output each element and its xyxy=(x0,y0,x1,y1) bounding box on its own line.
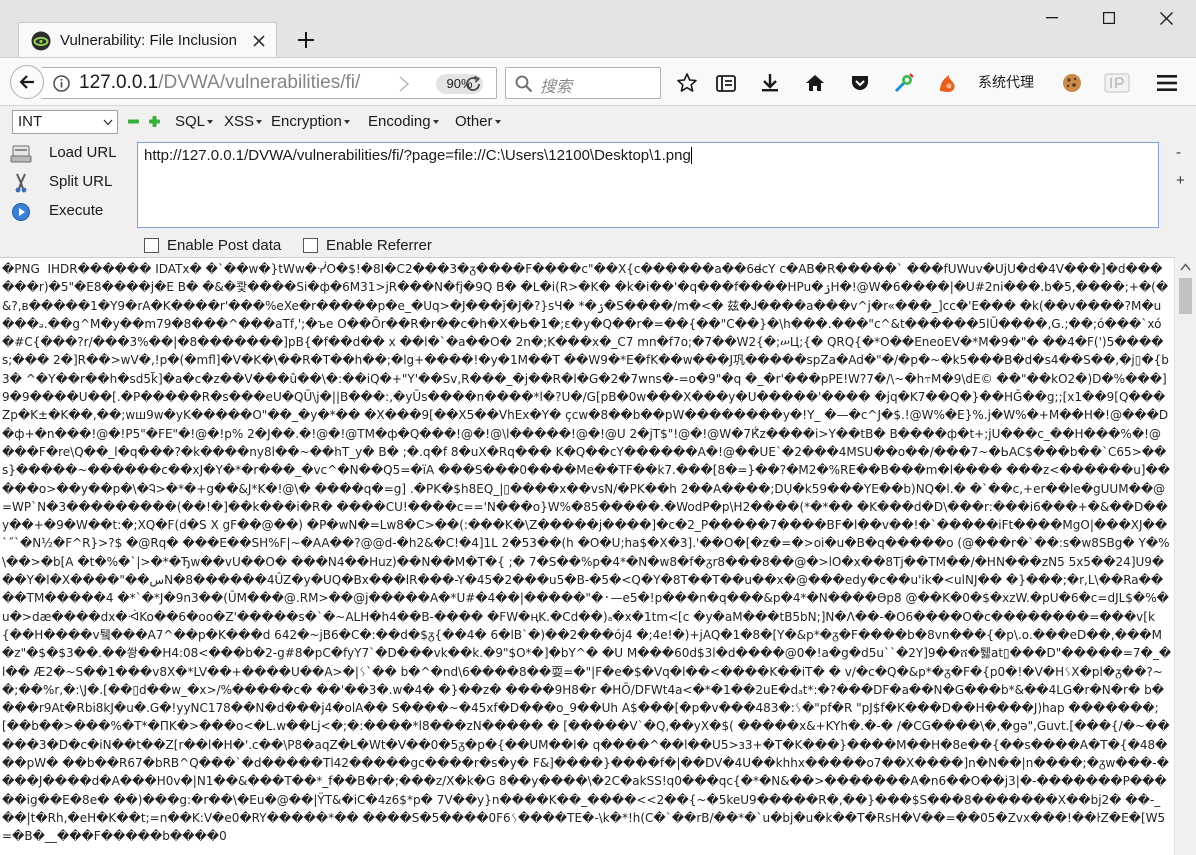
arrow-left-icon xyxy=(19,75,34,89)
hackbar-extension-icon[interactable] xyxy=(892,71,916,95)
type-select-value: INT xyxy=(18,113,43,130)
page-content: �PNG IHDR������ IDATx� �`��w�}tWw�ᓺO�$!�… xyxy=(0,257,1174,855)
load-url-icon xyxy=(10,145,32,163)
minimize-button[interactable] xyxy=(1037,6,1067,30)
scroll-up-arrow-icon[interactable] xyxy=(1180,263,1191,271)
hamburger-menu-icon[interactable] xyxy=(1155,71,1179,95)
new-tab-button[interactable] xyxy=(292,26,320,54)
bookmark-star-icon[interactable] xyxy=(675,71,699,95)
minimize-icon xyxy=(1046,17,1058,19)
menu-xss-label: XSS xyxy=(224,113,255,130)
close-window-button[interactable] xyxy=(1151,6,1181,30)
menu-encryption[interactable]: Encryption xyxy=(271,113,350,130)
address-host: 127.0.0.1 xyxy=(79,72,159,93)
menu-caret-icon xyxy=(207,120,214,125)
execute-button[interactable]: Execute xyxy=(8,200,128,224)
cookie-icon[interactable] xyxy=(1060,71,1084,95)
menu-encoding-label: Encoding xyxy=(368,113,431,130)
menu-sql-label: SQL xyxy=(175,113,206,130)
play-icon xyxy=(12,203,30,221)
menu-caret-icon xyxy=(432,120,439,125)
menu-caret-icon xyxy=(256,120,263,125)
address-path: /DVWA/vulnerabilities/fi/ xyxy=(158,72,361,93)
text-caret xyxy=(690,147,692,164)
proxy-label[interactable]: 系统代理 xyxy=(978,72,1034,92)
menu-xss[interactable]: XSS xyxy=(224,113,263,130)
minus-icon[interactable] xyxy=(128,116,139,127)
dvwa-favicon-icon xyxy=(31,31,51,50)
plus-icon xyxy=(298,32,314,48)
maximize-icon xyxy=(1103,12,1115,24)
url-textarea-value: http://127.0.0.1/DVWA/vulnerabilities/fi… xyxy=(144,147,691,164)
active-tab[interactable]: Vulnerability: File Inclusion xyxy=(18,22,277,58)
menu-caret-icon xyxy=(494,120,501,125)
type-select[interactable]: INT xyxy=(12,110,118,134)
enable-referrer-label: Enable Referrer xyxy=(326,236,432,254)
download-icon[interactable] xyxy=(758,71,782,95)
execute-label: Execute xyxy=(49,202,104,219)
menu-caret-icon xyxy=(343,120,350,125)
raw-binary-output: �PNG IHDR������ IDATx� �`��w�}tWw�ᓺO�$!�… xyxy=(2,262,1172,844)
enable-post-box[interactable] xyxy=(144,237,159,253)
menu-sql[interactable]: SQL xyxy=(175,113,214,130)
expand-textarea-button[interactable]: + xyxy=(1176,172,1185,189)
menu-other[interactable]: Other xyxy=(455,113,501,130)
close-icon xyxy=(1159,11,1173,25)
enable-post-label: Enable Post data xyxy=(167,236,282,254)
split-url-button[interactable]: Split URL xyxy=(8,171,128,195)
plus-green-icon[interactable] xyxy=(149,116,160,127)
menu-encoding[interactable]: Encoding xyxy=(368,113,439,130)
maximize-button[interactable] xyxy=(1094,6,1124,30)
reading-list-icon[interactable] xyxy=(714,71,738,95)
search-icon xyxy=(515,75,533,93)
address-text[interactable]: 127.0.0.1/DVWA/vulnerabilities/fi/ xyxy=(79,72,397,94)
navigation-toolbar: 127.0.0.1/DVWA/vulnerabilities/fi/ 90% 搜… xyxy=(0,57,1196,105)
scrollbar-thumb[interactable] xyxy=(1179,278,1192,314)
proxy-switch-icon[interactable] xyxy=(936,71,960,95)
pocket-icon[interactable] xyxy=(848,71,872,95)
enable-referrer-checkbox[interactable]: Enable Referrer xyxy=(303,236,432,254)
load-url-button[interactable]: Load URL xyxy=(8,142,128,166)
ip-address-icon[interactable] xyxy=(1104,71,1130,95)
title-bar: Vulnerability: File Inclusion xyxy=(0,0,1196,58)
hackbar-panel: INT SQL XSS Encryption Encoding Other Lo… xyxy=(0,105,1196,257)
enable-post-checkbox[interactable]: Enable Post data xyxy=(144,236,281,254)
split-url-icon xyxy=(15,173,27,193)
chevron-down-icon xyxy=(103,119,113,126)
tab-close-icon[interactable] xyxy=(250,32,268,50)
search-bar[interactable]: 搜索 xyxy=(505,67,661,99)
enable-referrer-box[interactable] xyxy=(303,237,318,253)
menu-other-label: Other xyxy=(455,113,493,130)
back-button[interactable] xyxy=(10,65,44,99)
load-url-label: Load URL xyxy=(49,144,117,161)
search-placeholder: 搜索 xyxy=(540,79,573,96)
reload-icon[interactable] xyxy=(463,74,483,94)
page-action-arrow-icon[interactable] xyxy=(398,76,410,92)
tab-title: Vulnerability: File Inclusion xyxy=(60,32,238,49)
address-bar[interactable]: 127.0.0.1/DVWA/vulnerabilities/fi/ 90% xyxy=(42,67,497,99)
shrink-textarea-button[interactable]: - xyxy=(1176,144,1181,161)
home-icon[interactable] xyxy=(803,71,827,95)
info-icon[interactable] xyxy=(53,75,70,92)
url-textarea[interactable]: http://127.0.0.1/DVWA/vulnerabilities/fi… xyxy=(137,142,1159,228)
vertical-scrollbar[interactable] xyxy=(1174,257,1196,855)
menu-encryption-label: Encryption xyxy=(271,113,342,130)
split-url-label: Split URL xyxy=(49,173,113,190)
